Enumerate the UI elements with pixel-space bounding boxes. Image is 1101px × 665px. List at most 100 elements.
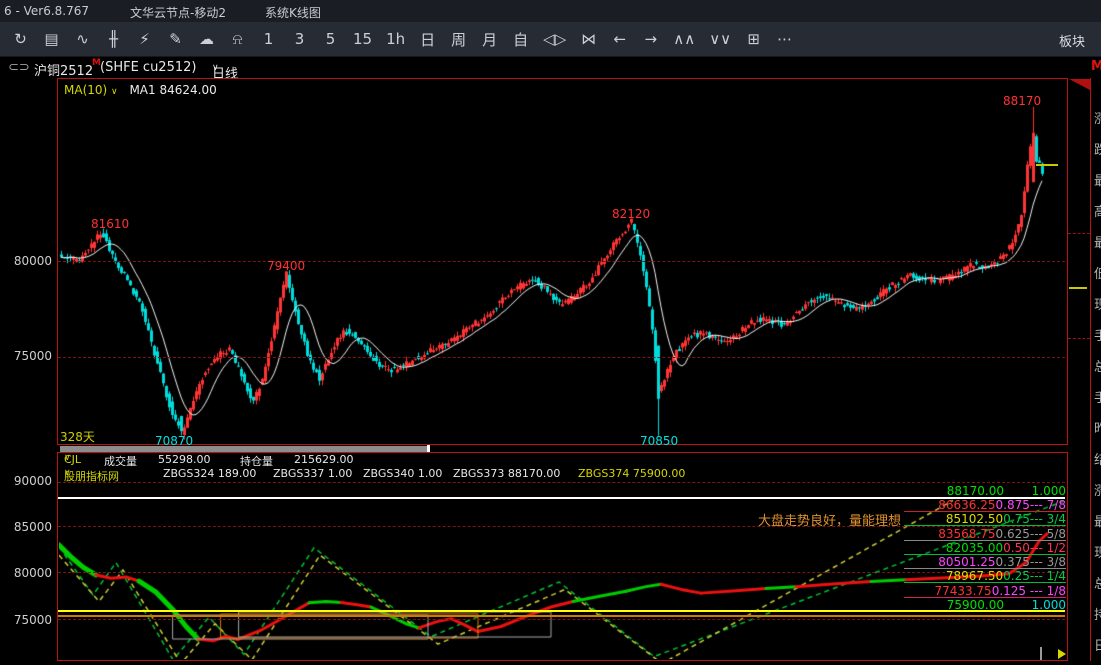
price-label: 79400	[267, 259, 305, 273]
toolbar-insert-panel-button[interactable]: ⊞	[745, 30, 762, 48]
ladder-fraction: 1.000	[1004, 598, 1066, 611]
toolbar-draw-tool-button[interactable]: ✎	[167, 30, 184, 48]
gridline	[58, 619, 1065, 620]
price-tick-marker	[1036, 164, 1058, 166]
ladder-price: 82035.00	[904, 541, 1003, 554]
toolbar-alert-bell-button[interactable]: ⍾	[229, 30, 246, 48]
toolbar-page-left-button[interactable]: ←	[611, 30, 628, 48]
ma-group-label: MA(10)	[64, 83, 107, 97]
gridline	[58, 357, 1065, 358]
instrument-name[interactable]: 沪铜2512	[34, 60, 93, 79]
gridline	[58, 261, 1065, 262]
indicator-param-ZBGS340: ZBGS340 1.00	[363, 467, 442, 480]
toolbar-period-month-button[interactable]: 月	[481, 29, 498, 50]
chevron-down-icon: ∨	[64, 468, 71, 478]
ladder-fraction: 0.375--- 3/8	[996, 555, 1066, 568]
instrument-bar: ⊂⊃ 沪铜2512 M (SHFE cu2512) 日线 ∨	[0, 57, 1101, 78]
ma-indicator-header[interactable]: MA(10) ∨ MA1 84624.00	[64, 83, 217, 97]
y-axis-label: 75000	[4, 349, 52, 363]
toolbar-line-chart-button[interactable]: ∿	[74, 30, 91, 48]
link-icon[interactable]: ⊂⊃	[8, 60, 30, 75]
toolbar-period-1hour-button[interactable]: 1h	[386, 30, 405, 48]
gann-ladder-row: 75900.001.000	[904, 598, 1066, 611]
right-dash-line	[1068, 338, 1090, 339]
y-axis-label: 80000	[4, 254, 52, 268]
toolbar-period-1min-button[interactable]: 1	[260, 30, 277, 48]
ma1-label: MA1	[129, 83, 155, 97]
toolbar-zoom-in-button[interactable]: ∧∧	[673, 30, 695, 48]
board-button[interactable]: 板块	[1059, 31, 1085, 50]
ladder-fraction: 1.000	[1004, 484, 1066, 497]
right-dash-line	[1068, 233, 1090, 234]
ladder-price: 78967.50	[904, 569, 1003, 582]
gann-ladder-row: 78967.500.25--- 1/4	[904, 569, 1066, 583]
ladder-price: 86636.25	[904, 498, 996, 511]
y-axis-label: 80000	[4, 566, 52, 580]
gann-ladder-row: 83568.750.625--- 5/8	[904, 527, 1066, 541]
toolbar-tick-chart-button[interactable]: ⚡	[136, 30, 153, 48]
cloud-node-label: 文华云节点-移动2	[130, 4, 226, 21]
toolbar-cloud-sync-button[interactable]: ☁	[198, 30, 215, 48]
visible-days-label: 328天	[60, 428, 95, 445]
toolbar-refresh-button[interactable]: ↻	[12, 30, 29, 48]
indicator-param-ZBGS337: ZBGS337 1.00	[273, 467, 352, 480]
marker-m-label: M	[1091, 59, 1101, 74]
gridline	[58, 482, 1065, 483]
main-toolbar: ↻ ▤ ∿ ╫ ⚡ ✎ ☁ ⍾ 135 15 1h 日周月自 ◁▷ ⋈ ← → ∧∧ ∨∨ ⊞ ⋯	[0, 22, 1101, 57]
toolbar-more-button[interactable]: ⋯	[776, 30, 793, 48]
toolbar-page-right-button[interactable]: →	[642, 30, 659, 48]
ladder-price: 88170.00	[904, 484, 1004, 497]
gann-ladder-row: 82035.000.50--- 1/2	[904, 541, 1066, 555]
ma1-value: 84624.00	[159, 83, 216, 97]
gann-ladder-row: 88170.001.000	[904, 484, 1066, 497]
toolbar-compress-button[interactable]: ◁▷	[543, 30, 566, 48]
ladder-fraction: 0.25--- 1/4	[1003, 569, 1066, 582]
y-axis-label: 90000	[4, 474, 52, 488]
bottom-tick-marker	[1040, 647, 1042, 660]
corner-arrow-icon[interactable]	[1058, 649, 1066, 659]
toolbar-period-5min-button[interactable]: 5	[322, 30, 339, 48]
volume-value: 55298.00	[158, 453, 211, 466]
toolbar-period-custom-button[interactable]: 自	[512, 29, 529, 50]
window-title: 系统K线图	[265, 4, 321, 21]
ladder-price: 83568.75	[904, 527, 996, 540]
clipped-quote-column: 涨跌最高最低现手总手昨结涨最现总持日	[1094, 104, 1101, 660]
main-chart-panel: MA(10) ∨ MA1 84624.00 328天 81610 79400 821…	[57, 78, 1068, 445]
price-tick-marker	[1069, 287, 1087, 289]
ladder-fraction: 0.50--- 1/2	[1003, 541, 1066, 554]
price-label: 82120	[612, 207, 650, 221]
volume-panel-header: CJL∨ 成交量 55298.00 持仓量 215629.00	[57, 452, 1068, 467]
ladder-fraction: 0.125 --- 1/8	[992, 584, 1066, 597]
indicator-param-ZBGS373: ZBGS373 88170.00	[453, 467, 560, 480]
right-panel-divider	[1090, 78, 1091, 661]
app-version: 6 - Ver6.8.767	[4, 4, 89, 18]
chevron-down-icon: ∨	[64, 453, 71, 463]
gann-ladder-row: 80501.250.375--- 3/8	[904, 555, 1066, 569]
toolbar-zoom-out-button[interactable]: ∨∨	[709, 30, 731, 48]
window-title-bar: 6 - Ver6.8.767 文华云节点-移动2 系统K线图	[0, 0, 1101, 22]
toolbar-quote-list-button[interactable]: ▤	[43, 30, 60, 48]
toolbar-expand-button[interactable]: ⋈	[580, 30, 597, 48]
instrument-code: (SHFE cu2512)	[100, 60, 196, 75]
indicator-param-ZBGS324: ZBGS324 189.00	[163, 467, 256, 480]
gann-ladder-row: 86636.250.875--- 7/8	[904, 498, 1066, 512]
ladder-fraction: 0.875--- 7/8	[996, 498, 1066, 511]
open-interest-value: 215629.00	[294, 453, 354, 466]
toolbar-period-week-button[interactable]: 周	[450, 29, 467, 50]
chevron-down-icon: ∨	[212, 63, 219, 73]
ladder-price: 85102.50	[904, 512, 1003, 525]
toolbar-period-day-button[interactable]: 日	[419, 29, 436, 50]
price-label: 81610	[91, 217, 129, 231]
price-label: 88170	[1003, 94, 1041, 108]
ladder-fraction: 0.625--- 5/8	[996, 527, 1066, 540]
gann-ladder-row: 85102.500.75--- 3/4	[904, 512, 1066, 526]
indicator-panel: 股朋指标网∨ ZBGS324 189.00ZBGS337 1.00ZBGS340…	[57, 466, 1068, 661]
chevron-down-icon: ∨	[111, 87, 118, 97]
toolbar-period-3min-button[interactable]: 3	[291, 30, 308, 48]
indicator-param-ZBGS374: ZBGS374 75900.00	[578, 467, 685, 480]
toolbar-period-15min-button[interactable]: 15	[353, 30, 372, 48]
ladder-price: 75900.00	[904, 598, 1004, 611]
toolbar-candlestick-button[interactable]: ╫	[105, 30, 122, 48]
level-line	[58, 615, 1065, 617]
y-axis-label: 85000	[4, 520, 52, 534]
